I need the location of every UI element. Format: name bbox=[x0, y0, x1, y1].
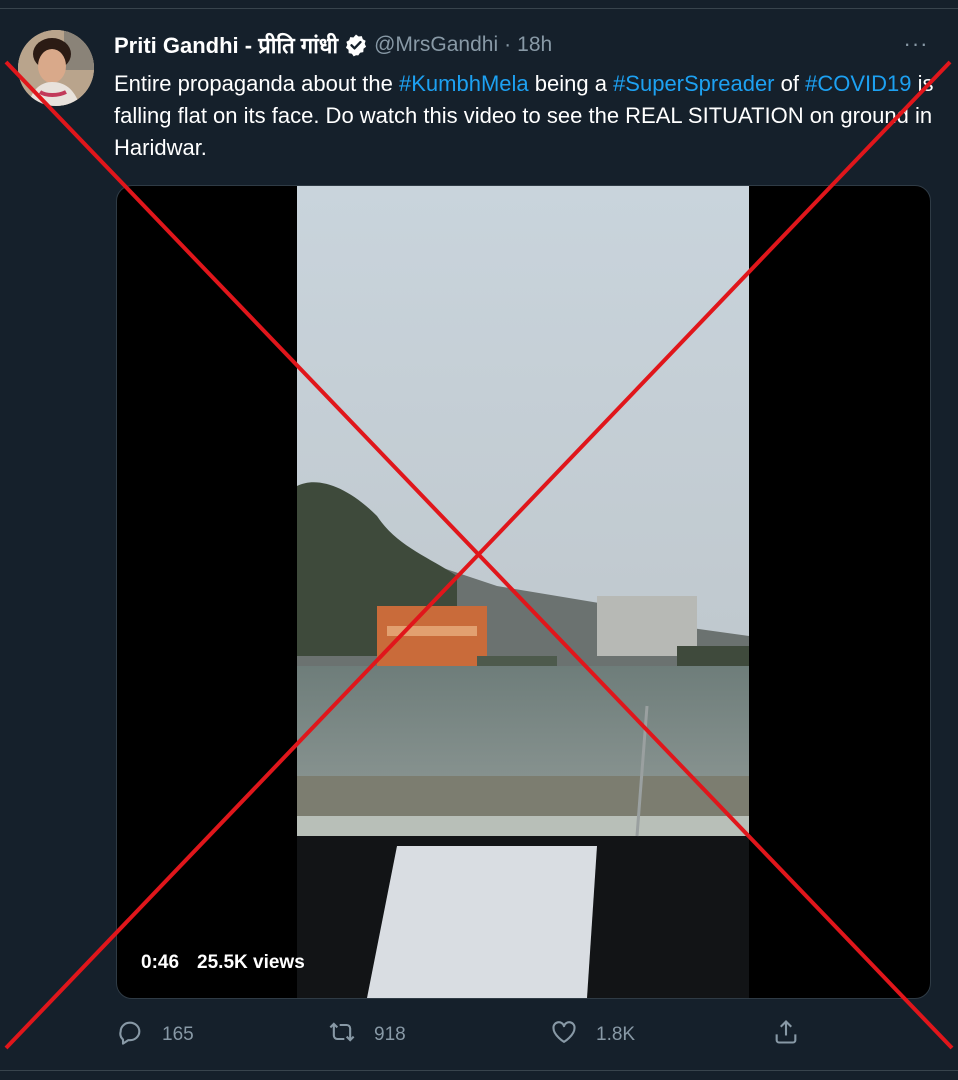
verified-badge-icon bbox=[344, 33, 368, 57]
retweet-button[interactable]: 918 bbox=[328, 1018, 406, 1052]
hashtag-link[interactable]: #SuperSpreader bbox=[613, 71, 774, 96]
more-options-icon[interactable]: ··· bbox=[900, 31, 932, 56]
video-meta: 0:46 25.5K views bbox=[141, 952, 305, 974]
video-views: 25.5K views bbox=[197, 952, 305, 973]
retweet-count: 918 bbox=[374, 1024, 406, 1045]
reply-icon bbox=[116, 1018, 144, 1052]
reply-button[interactable]: 165 bbox=[116, 1018, 194, 1052]
divider-top bbox=[0, 8, 958, 9]
retweet-icon bbox=[328, 1018, 356, 1052]
divider-bottom bbox=[0, 1070, 958, 1071]
tweet-header: Priti Gandhi - प्रीति गांधी @MrsGandhi ·… bbox=[114, 30, 552, 60]
like-button[interactable]: 1.8K bbox=[550, 1018, 635, 1052]
like-count: 1.8K bbox=[596, 1024, 636, 1045]
reply-count: 165 bbox=[162, 1024, 194, 1045]
hashtag-link[interactable]: #KumbhMela bbox=[399, 71, 529, 96]
author-handle[interactable]: @MrsGandhi bbox=[374, 33, 498, 57]
tweet-text-segment: of bbox=[774, 71, 806, 96]
video-player[interactable]: 0:46 25.5K views bbox=[116, 185, 931, 999]
share-icon bbox=[772, 1018, 800, 1052]
tweet-text: Entire propaganda about the #KumbhMela b… bbox=[114, 68, 940, 164]
video-duration: 0:46 bbox=[141, 952, 180, 973]
author-name[interactable]: Priti Gandhi - प्रीति गांधी bbox=[114, 30, 338, 60]
tweet-text-segment: Entire propaganda about the bbox=[114, 71, 400, 96]
tweet-card[interactable]: Priti Gandhi - प्रीति गांधी @MrsGandhi ·… bbox=[0, 0, 958, 1080]
heart-icon bbox=[550, 1018, 578, 1052]
timestamp[interactable]: 18h bbox=[517, 33, 552, 57]
separator-dot: · bbox=[504, 33, 512, 56]
share-button[interactable] bbox=[772, 1018, 800, 1052]
tweet-actions: 165 918 1.8K bbox=[114, 1018, 934, 1054]
hashtag-link[interactable]: #COVID19 bbox=[805, 71, 911, 96]
avatar[interactable] bbox=[18, 30, 94, 106]
tweet-text-segment: being a bbox=[528, 71, 614, 96]
video-thumbnail bbox=[297, 186, 749, 998]
